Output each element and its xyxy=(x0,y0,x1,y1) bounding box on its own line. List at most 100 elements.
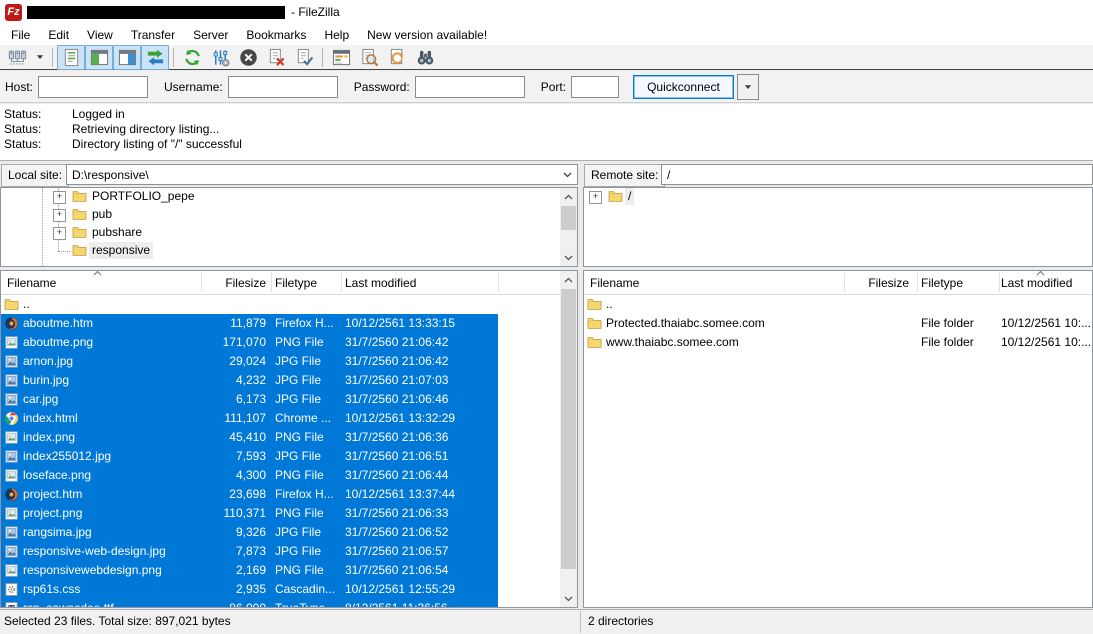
column-divider[interactable] xyxy=(341,273,342,292)
filter-button[interactable] xyxy=(327,45,355,70)
file-row[interactable]: www.thaiabc.somee.comFile folder10/12/25… xyxy=(584,333,1092,352)
column-header-filename[interactable]: Filename xyxy=(590,271,639,294)
password-input[interactable] xyxy=(415,76,525,98)
column-divider[interactable] xyxy=(271,273,272,292)
file-row[interactable]: burin.jpg4,232JPG File31/7/2560 21:07:03 xyxy=(1,371,498,390)
tree-item[interactable]: pub xyxy=(1,206,577,224)
username-input[interactable] xyxy=(228,76,338,98)
site-manager-dropdown[interactable] xyxy=(31,45,48,70)
file-row[interactable]: .. xyxy=(584,295,1092,314)
scrollbar-thumb[interactable] xyxy=(561,206,576,230)
scrollbar-up-button[interactable] xyxy=(560,188,577,205)
quickconnect-dropdown[interactable] xyxy=(737,74,759,100)
file-row[interactable]: .. xyxy=(1,295,560,314)
menu-item-bookmarks[interactable]: Bookmarks xyxy=(237,26,315,44)
local-path-combo[interactable]: D:\responsive\ xyxy=(66,164,578,185)
last-modified-cell: 31/7/2560 21:06:44 xyxy=(345,466,495,485)
file-row[interactable]: responsive-web-design.jpg7,873JPG File31… xyxy=(1,542,498,561)
menu-item-view[interactable]: View xyxy=(78,26,122,44)
log-message: Logged in xyxy=(72,107,125,122)
column-header-filetype[interactable]: Filetype xyxy=(275,271,317,294)
site-manager-button[interactable] xyxy=(3,45,31,70)
filename-cell: project.png xyxy=(23,504,169,523)
remote-path-combo[interactable]: / xyxy=(661,164,1093,185)
toggle-local-tree-button[interactable] xyxy=(85,45,113,70)
directory-comparison-button[interactable] xyxy=(355,45,383,70)
column-header-filetype[interactable]: Filetype xyxy=(921,271,963,294)
file-row[interactable]: project.htm23,698Firefox H...10/12/2561 … xyxy=(1,485,498,504)
filename-cell: rsp_sawasdee.ttf xyxy=(23,599,169,607)
column-divider[interactable] xyxy=(917,273,918,292)
file-row[interactable]: aboutme.png171,070PNG File31/7/2560 21:0… xyxy=(1,333,498,352)
menu-bar: FileEditViewTransferServerBookmarksHelpN… xyxy=(0,24,1093,45)
column-divider[interactable] xyxy=(844,273,845,292)
list-scrollbar[interactable] xyxy=(560,271,577,607)
firefox-file-icon xyxy=(4,316,19,331)
toolbar-separator xyxy=(52,48,53,67)
scrollbar-thumb[interactable] xyxy=(561,289,576,569)
filename-cell: .. xyxy=(23,295,169,314)
reconnect-button[interactable] xyxy=(290,45,318,70)
process-queue-button[interactable] xyxy=(206,45,234,70)
expand-plus-icon[interactable] xyxy=(53,191,66,204)
tree-item[interactable]: / xyxy=(584,188,1092,206)
menu-item-server[interactable]: Server xyxy=(184,26,237,44)
scrollbar-up-button[interactable] xyxy=(560,271,577,288)
tree-item[interactable]: responsive xyxy=(1,242,577,260)
tree-item[interactable]: pubshare xyxy=(1,224,577,242)
menu-item-file[interactable]: File xyxy=(2,26,39,44)
file-row[interactable]: car.jpg6,173JPG File31/7/2560 21:06:46 xyxy=(1,390,498,409)
local-directory-tree: PORTFOLIO_pepepubpubshareresponsive xyxy=(0,187,578,267)
file-row[interactable]: loseface.png4,300PNG File31/7/2560 21:06… xyxy=(1,466,498,485)
toggle-remote-tree-button[interactable] xyxy=(113,45,141,70)
column-divider[interactable] xyxy=(498,273,499,292)
refresh-button[interactable] xyxy=(178,45,206,70)
find-files-button[interactable] xyxy=(411,45,439,70)
synchronized-browsing-button[interactable] xyxy=(383,45,411,70)
column-header-filename[interactable]: Filename xyxy=(7,271,56,294)
menu-item-transfer[interactable]: Transfer xyxy=(122,26,184,44)
expand-plus-icon[interactable] xyxy=(589,191,602,204)
chevron-down-icon[interactable] xyxy=(563,172,572,178)
file-row[interactable]: index.png45,410PNG File31/7/2560 21:06:3… xyxy=(1,428,498,447)
file-row[interactable]: arnon.jpg29,024JPG File31/7/2560 21:06:4… xyxy=(1,352,498,371)
quickconnect-button[interactable]: Quickconnect xyxy=(633,75,734,99)
tree-item-label: pub xyxy=(89,206,115,223)
column-divider[interactable] xyxy=(999,273,1000,292)
file-row[interactable]: responsivewebdesign.png2,169PNG File31/7… xyxy=(1,561,498,580)
cancel-operation-button[interactable] xyxy=(234,45,262,70)
file-row[interactable]: aboutme.htm11,879Firefox H...10/12/2561 … xyxy=(1,314,498,333)
file-row[interactable]: index255012.jpg7,593JPG File31/7/2560 21… xyxy=(1,447,498,466)
toggle-transfer-queue-button[interactable] xyxy=(141,45,169,70)
menu-item-new-version-available[interactable]: New version available! xyxy=(358,26,496,44)
last-modified-cell: 31/7/2560 21:06:33 xyxy=(345,504,495,523)
file-row[interactable]: index.html111,107Chrome ...10/12/2561 13… xyxy=(1,409,498,428)
folder-icon xyxy=(608,190,623,203)
file-row[interactable]: project.png110,371PNG File31/7/2560 21:0… xyxy=(1,504,498,523)
filetype-cell: PNG File xyxy=(275,561,339,580)
toggle-message-log-button[interactable] xyxy=(57,45,85,70)
last-modified-cell: 31/7/2560 21:06:36 xyxy=(345,428,495,447)
folder-icon xyxy=(72,244,87,257)
tree-scrollbar[interactable] xyxy=(560,188,577,266)
tree-item[interactable]: PORTFOLIO_pepe xyxy=(1,188,577,206)
file-row[interactable]: Protected.thaiabc.somee.comFile folder10… xyxy=(584,314,1092,333)
port-input[interactable] xyxy=(571,76,619,98)
message-log: Status:Logged inStatus:Retrieving direct… xyxy=(0,104,1093,161)
column-header-filesize[interactable]: Filesize xyxy=(169,271,266,294)
column-divider[interactable] xyxy=(201,273,202,292)
menu-item-help[interactable]: Help xyxy=(315,26,358,44)
disconnect-button[interactable] xyxy=(262,45,290,70)
host-input[interactable] xyxy=(38,76,148,98)
column-header-filesize[interactable]: Filesize xyxy=(824,271,909,294)
expand-plus-icon[interactable] xyxy=(53,209,66,222)
scrollbar-down-button[interactable] xyxy=(560,249,577,266)
column-header-last-modified[interactable]: Last modified xyxy=(345,271,416,294)
expand-plus-icon[interactable] xyxy=(53,227,66,240)
file-row[interactable]: rsp61s.css2,935Cascadin...10/12/2561 12:… xyxy=(1,580,498,599)
chrome-file-icon xyxy=(4,411,19,426)
menu-item-edit[interactable]: Edit xyxy=(39,26,78,44)
scrollbar-down-button[interactable] xyxy=(560,590,577,607)
file-row[interactable]: rsp_sawasdee.ttf86,000TrueType ...8/12/2… xyxy=(1,599,498,607)
file-row[interactable]: rangsima.jpg9,326JPG File31/7/2560 21:06… xyxy=(1,523,498,542)
